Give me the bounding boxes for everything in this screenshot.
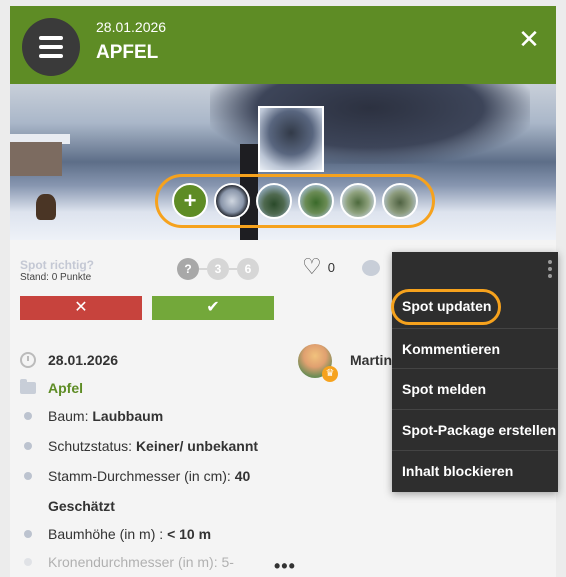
detail-date: 28.01.2026 xyxy=(48,352,119,368)
detail-row: Baum: Laubbaum xyxy=(20,408,163,424)
crown-badge-icon: ♛ xyxy=(322,366,338,382)
heart-icon: ♡ xyxy=(302,254,322,279)
bullet-icon xyxy=(24,442,32,450)
vote-score: Stand: 0 Punkte xyxy=(20,272,92,283)
photo-thumbnail[interactable] xyxy=(214,183,250,219)
hamburger-menu-button[interactable] xyxy=(22,18,80,76)
vote-step-connector xyxy=(229,268,237,270)
folder-icon xyxy=(20,379,36,394)
detail-date-row: 28.01.2026 xyxy=(20,352,118,368)
header-date: 28.01.2026 xyxy=(96,19,167,35)
page-title: APFEL xyxy=(96,42,159,63)
dog-image xyxy=(36,194,56,220)
menu-item-inhalt-blockieren[interactable]: Inhalt blockieren xyxy=(392,451,558,492)
detail-row: Stamm-Durchmesser (in cm): 40 xyxy=(20,468,250,484)
detail-label: Schutzstatus: xyxy=(48,438,133,454)
bullet-icon xyxy=(24,530,32,538)
vote-progress-steps: ? 3 6 xyxy=(177,258,259,280)
vote-step-connector xyxy=(199,268,207,270)
hamburger-icon-bar xyxy=(39,36,63,40)
like-count: 0 xyxy=(327,259,335,275)
like-button[interactable]: ♡ 0 xyxy=(302,256,335,278)
vote-correct-button[interactable]: ✔ xyxy=(152,296,274,320)
vote-step: 6 xyxy=(237,258,259,280)
kebab-dot xyxy=(548,260,552,264)
photo-thumbnail-strip: + xyxy=(155,174,435,228)
photo-thumbnail[interactable] xyxy=(298,183,334,219)
detail-row: Baumhöhe (in m) : < 10 m xyxy=(20,526,211,542)
menu-item-spot-melden[interactable]: Spot melden xyxy=(392,369,558,410)
vote-step: ? xyxy=(177,258,199,280)
detail-row: Geschätzt xyxy=(48,498,115,514)
shed-image xyxy=(10,142,62,176)
comment-icon[interactable] xyxy=(362,260,380,276)
kebab-menu-icon[interactable] xyxy=(548,260,552,278)
photo-thumbnail[interactable] xyxy=(382,183,418,219)
selected-photo-preview[interactable] xyxy=(258,106,324,172)
detail-value: Laubbaum xyxy=(92,408,164,424)
kebab-dot xyxy=(548,267,552,271)
detail-value: Geschätzt xyxy=(48,498,115,514)
app-header: 28.01.2026 APFEL ✕ xyxy=(10,6,556,84)
clock-icon xyxy=(20,352,36,368)
context-menu: Spot updaten Kommentieren Spot melden Sp… xyxy=(392,252,558,492)
photo-thumbnail[interactable] xyxy=(256,183,292,219)
more-details-button[interactable]: ••• xyxy=(274,556,296,577)
menu-item-spot-updaten[interactable]: Spot updaten xyxy=(392,286,558,327)
detail-label: Baumhöhe (in m) : xyxy=(48,526,164,542)
vote-step: 3 xyxy=(207,258,229,280)
detail-label: Baum: xyxy=(48,408,89,424)
hamburger-icon-bar xyxy=(39,45,63,49)
bullet-icon xyxy=(24,412,32,420)
vote-wrong-button[interactable]: ✕ xyxy=(20,296,142,320)
detail-value: Keiner/ unbekannt xyxy=(135,438,259,454)
category-link[interactable]: Apfel xyxy=(48,380,83,396)
detail-label: Stamm-Durchmesser (in cm): xyxy=(48,468,231,484)
detail-value: 40 xyxy=(234,468,251,484)
vote-question: Spot richtig? xyxy=(20,258,94,272)
hamburger-icon-bar xyxy=(39,54,63,58)
detail-label: Kronendurchmesser (in m): 5- xyxy=(48,554,234,570)
spot-photo[interactable]: + xyxy=(10,84,556,240)
photo-thumbnail[interactable] xyxy=(340,183,376,219)
detail-row: Kronendurchmesser (in m): 5- xyxy=(20,554,234,570)
detail-row: Schutzstatus: Keiner/ unbekannt xyxy=(20,438,258,454)
user-name[interactable]: Martin xyxy=(350,352,392,368)
bullet-icon xyxy=(24,558,32,566)
add-photo-button[interactable]: + xyxy=(172,183,208,219)
detail-value: < 10 m xyxy=(167,526,212,542)
detail-category-row[interactable]: Apfel xyxy=(20,379,83,396)
bullet-icon xyxy=(24,472,32,480)
kebab-dot xyxy=(548,274,552,278)
close-icon[interactable]: ✕ xyxy=(514,24,544,54)
menu-item-kommentieren[interactable]: Kommentieren xyxy=(392,328,558,369)
menu-item-spot-package-erstellen[interactable]: Spot-Package erstellen xyxy=(392,410,558,451)
